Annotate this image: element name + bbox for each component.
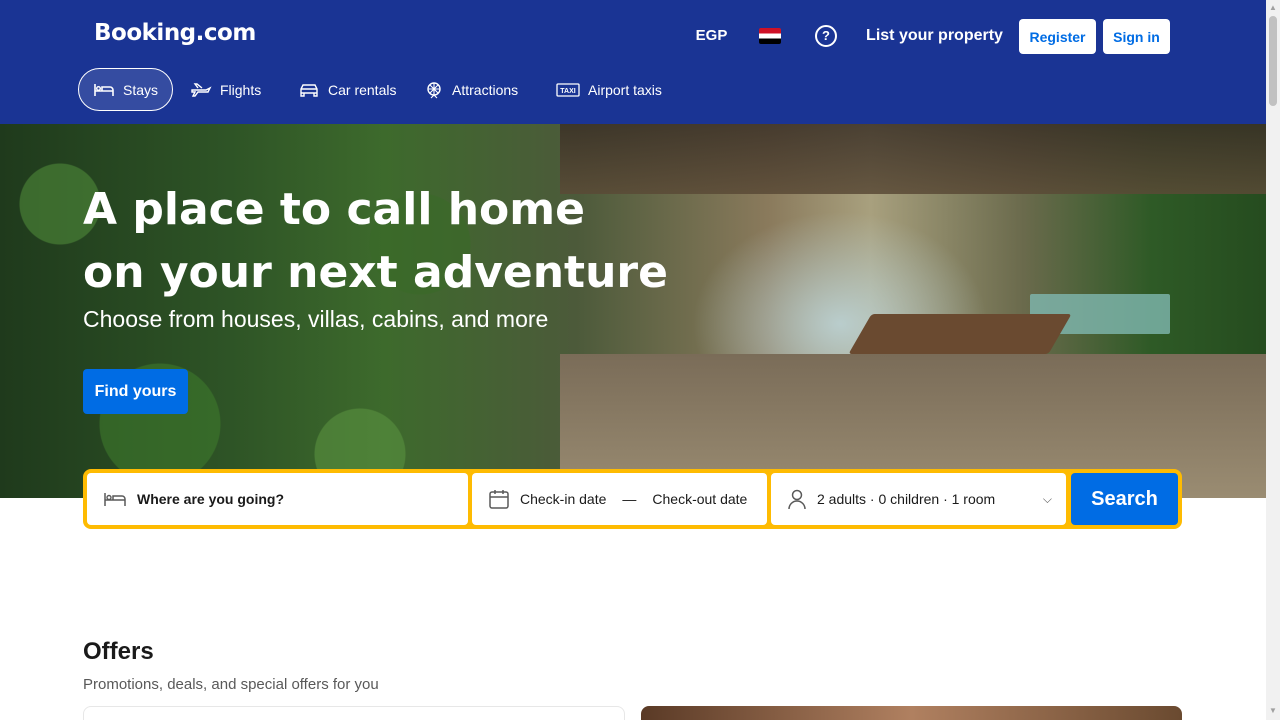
nav-car-rentals[interactable]: Car rentals [284, 68, 410, 111]
dates-field[interactable]: Check-in date — Check-out date [472, 473, 767, 525]
help-button[interactable]: ? [802, 12, 850, 59]
scroll-up-arrow-icon[interactable]: ▲ [1269, 3, 1277, 12]
bed-icon [94, 83, 114, 96]
nav-stays-label: Stays [123, 81, 159, 98]
offers-subtitle: Promotions, deals, and special offers fo… [83, 676, 379, 693]
nav-attractions[interactable]: Attractions [410, 68, 532, 111]
date-separator: — [622, 491, 637, 507]
car-icon [300, 83, 318, 97]
booking-logo[interactable]: Booking.com [94, 20, 256, 46]
egypt-flag-icon [759, 27, 781, 44]
search-button[interactable]: Search [1071, 473, 1178, 525]
nav-car-rentals-label: Car rentals [328, 81, 397, 98]
register-button[interactable]: Register [1019, 19, 1096, 54]
search-bar: Check-in date — Check-out date 2 adults … [83, 469, 1182, 529]
scroll-thumb[interactable] [1269, 16, 1277, 106]
list-property-button[interactable]: List your property [858, 12, 1011, 59]
offers-title: Offers [83, 638, 154, 665]
page-scrollbar[interactable]: ▲ ▼ [1266, 0, 1280, 720]
sign-in-button[interactable]: Sign in [1103, 19, 1170, 54]
site-header: Booking.com EGP ? List your property Reg… [0, 0, 1280, 124]
hero-subtitle: Choose from houses, villas, cabins, and … [83, 306, 549, 332]
person-icon [788, 489, 806, 510]
guests-summary: 2 adults · 0 children · 1 room [817, 491, 996, 507]
destination-field[interactable] [87, 473, 468, 525]
nav-flights[interactable]: Flights [176, 68, 275, 111]
scroll-down-arrow-icon[interactable]: ▼ [1269, 706, 1277, 715]
bed-icon [104, 493, 126, 506]
check-in-date[interactable]: Check-in date [520, 491, 606, 507]
nav-attractions-label: Attractions [452, 81, 519, 98]
destination-input[interactable] [137, 491, 437, 507]
svg-text:TAXI: TAXI [560, 88, 575, 95]
language-button[interactable] [746, 12, 794, 59]
currency-button[interactable]: EGP [685, 12, 738, 59]
attractions-icon [427, 81, 441, 98]
find-yours-button[interactable]: Find yours [83, 369, 188, 414]
calendar-icon [489, 490, 509, 509]
nav-airport-taxis-label: Airport taxis [588, 81, 662, 98]
hero-title-line-1: A place to call home [83, 184, 585, 235]
hero-title-line-2: on your next adventure [83, 247, 668, 298]
guests-field[interactable]: 2 adults · 0 children · 1 room ⌵ [771, 473, 1066, 525]
chevron-down-icon[interactable]: ⌵ [1043, 492, 1052, 507]
nav-flights-label: Flights [220, 81, 262, 98]
nav-airport-taxis[interactable]: TAXI Airport taxis [542, 68, 676, 111]
nav-stays[interactable]: Stays [78, 68, 174, 111]
check-out-date[interactable]: Check-out date [652, 491, 747, 507]
offer-card[interactable] [83, 706, 625, 720]
offer-card-image[interactable] [641, 706, 1182, 720]
plane-icon [191, 82, 212, 97]
taxi-icon: TAXI [556, 82, 580, 97]
hero-title: A place to call home on your next advent… [83, 178, 723, 304]
help-icon: ? [815, 24, 837, 47]
